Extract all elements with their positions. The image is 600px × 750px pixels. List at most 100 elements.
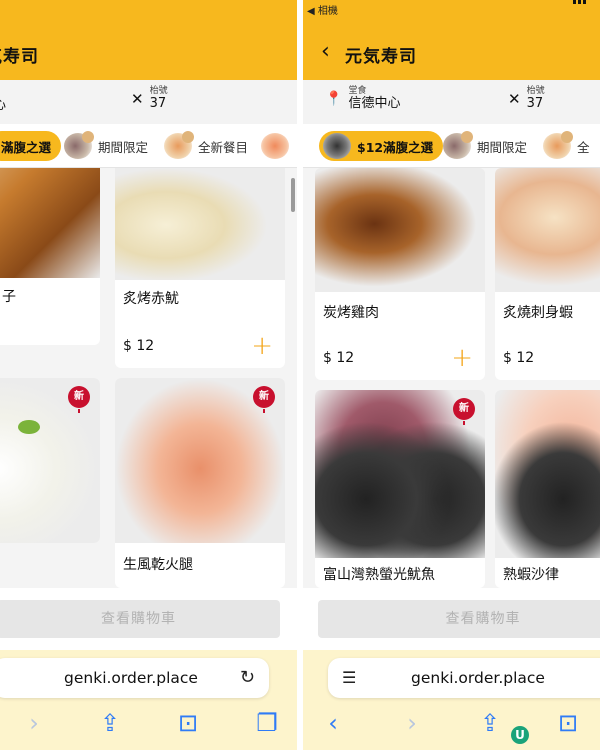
tab-more[interactable] [261,131,289,161]
cart-bar: 查看購物車 [0,588,297,650]
tab-label: 期間限定 [98,139,149,155]
tab-label: 滿腹之選 [1,139,52,155]
address-bar[interactable]: ☰ genki.order.place [328,658,600,698]
location-value: 中心 [0,98,6,113]
view-cart-button[interactable]: 查看購物車 [0,600,280,638]
app-title: 元気寿司 [345,47,417,67]
product-card[interactable]: 炭烤雞肉 $ 12 + [315,168,485,380]
seat-label: 枱號 [526,86,545,96]
product-name: 熟蝦沙律 [503,567,559,583]
reload-icon[interactable]: ↻ [240,658,255,698]
product-card[interactable]: 熟蝦沙律 [495,390,600,588]
back-icon[interactable]: ‹ [318,708,348,738]
seat-label: 枱號 [149,86,168,96]
utensils-icon: ✕ [131,89,144,108]
product-price: $ 12 [503,350,535,366]
product-card[interactable]: 炙燒刺身蝦 $ 12 [495,168,600,380]
seat-value: 37 [526,96,544,111]
tabs-icon[interactable]: ❐ [252,708,282,738]
share-icon[interactable]: ⇪ [475,708,505,738]
location-info: 📍 堂食 信德中心 [325,86,400,111]
product-image [0,168,100,278]
new-menu-thumb-icon [164,131,194,159]
tab-label: 期間限定 [477,139,528,155]
product-image [495,168,600,292]
tab-limited-time[interactable]: 期間限定 [64,131,148,161]
garnish-icon [18,420,40,434]
product-name: 炭烤雞肉 [323,305,379,321]
location-label: 堂食 [348,86,367,96]
forward-icon[interactable]: › [19,708,49,738]
new-menu-thumb-icon [543,131,573,159]
back-chevron-icon[interactable]: ‹ [321,40,330,64]
product-name: 富山灣熟螢光魷魚 [323,567,435,583]
product-name: 炙烤赤魷 [123,291,179,307]
category-tabs: $12滿腹之選 期間限定 全 [303,124,600,168]
add-to-cart-button[interactable]: + [451,345,473,371]
product-card[interactable]: 新 富山灣熟螢光魷魚 [315,390,485,588]
more-thumb-icon [261,133,289,159]
product-grid: 子 炙烤赤魷 $ 12 + 新 新 生風乾火腿 [0,168,297,588]
product-price: $ 12 [323,350,355,366]
new-badge: 新 [253,386,275,413]
app-title: 元気寿司 [0,47,39,67]
store-info-bar: 📍 堂食 信德中心 ✕ 枱號 37 [303,80,600,124]
bookmarks-icon[interactable]: ⊡ [553,708,583,738]
tag-icon [82,131,94,143]
tag-icon [461,131,473,143]
utensils-icon: ✕ [508,89,521,108]
url-text: genki.order.place [64,669,198,687]
location-pin-icon: 📍 [325,90,343,107]
product-card[interactable]: 新 [0,378,100,543]
watermark-logo-icon: U [511,726,529,744]
product-price: $ 12 [123,338,155,354]
location-info: 中心 [0,98,6,113]
bookmarks-icon[interactable]: ⊡ [173,708,203,738]
tab-12-filling-selection[interactable]: $12滿腹之選 [319,131,444,161]
tab-label: 全 [577,139,590,155]
seat-value: 37 [149,96,167,111]
product-image [315,168,485,292]
new-badge: 新 [68,386,90,413]
app-header: 元気寿司 [0,0,297,80]
forward-icon[interactable]: › [397,708,427,738]
product-name: 子 [2,289,16,305]
location-value: 信德中心 [348,96,401,111]
tag-icon [182,131,194,143]
tab-new-menu[interactable]: 全 [543,131,590,161]
tab-new-menu[interactable]: 全新餐目 [164,131,248,161]
scrollbar[interactable] [291,178,295,212]
url-text: genki.order.place [411,669,545,687]
app-header: ◀ 相機 ‹ 元気寿司 [303,0,600,80]
product-name: 炙燒刺身蝦 [503,305,573,321]
limited-thumb-icon [64,131,94,159]
limited-thumb-icon [443,131,473,159]
address-bar[interactable]: genki.order.place ↻ [0,658,269,698]
tab-limited-time[interactable]: 期間限定 [443,131,527,161]
product-card[interactable]: 新 生風乾火腿 [115,378,285,588]
category-tabs: 滿腹之選 期間限定 全新餐目 [0,124,297,168]
view-cart-button[interactable]: 查看購物車 [318,600,600,638]
tag-icon [561,131,573,143]
signal-icon [573,0,586,4]
browser-toolbar: genki.order.place ↻ › ⇪ ⊡ ❐ [0,650,297,750]
browser-toolbar: ☰ genki.order.place ‹ › ⇪ ⊡ [303,650,600,750]
product-name: 生風乾火腿 [123,557,193,573]
status-back-label[interactable]: ◀ 相機 [307,2,338,17]
reader-list-icon[interactable]: ☰ [342,658,356,698]
seat-info: ✕ 枱號 37 [131,86,168,111]
product-image [495,390,600,558]
product-card[interactable]: 子 [0,168,100,345]
filling-thumb-icon [323,133,351,159]
seat-info: ✕ 枱號 37 [508,86,545,111]
add-to-cart-button[interactable]: + [251,333,273,359]
product-card[interactable]: 炙烤赤魷 $ 12 + [115,168,285,368]
product-grid: 炭烤雞肉 $ 12 + 炙燒刺身蝦 $ 12 新 富山灣熟螢光魷魚 熟蝦沙律 [303,168,600,588]
share-icon[interactable]: ⇪ [95,708,125,738]
tab-label: 全新餐目 [198,139,249,155]
cart-bar: 查看購物車 [303,588,600,650]
tab-12-filling-selection[interactable]: 滿腹之選 [0,131,62,161]
product-image [115,168,285,280]
store-info-bar: 中心 ✕ 枱號 37 [0,80,297,124]
left-screenshot: 元気寿司 中心 ✕ 枱號 37 滿腹之選 期間限定 [0,0,297,750]
